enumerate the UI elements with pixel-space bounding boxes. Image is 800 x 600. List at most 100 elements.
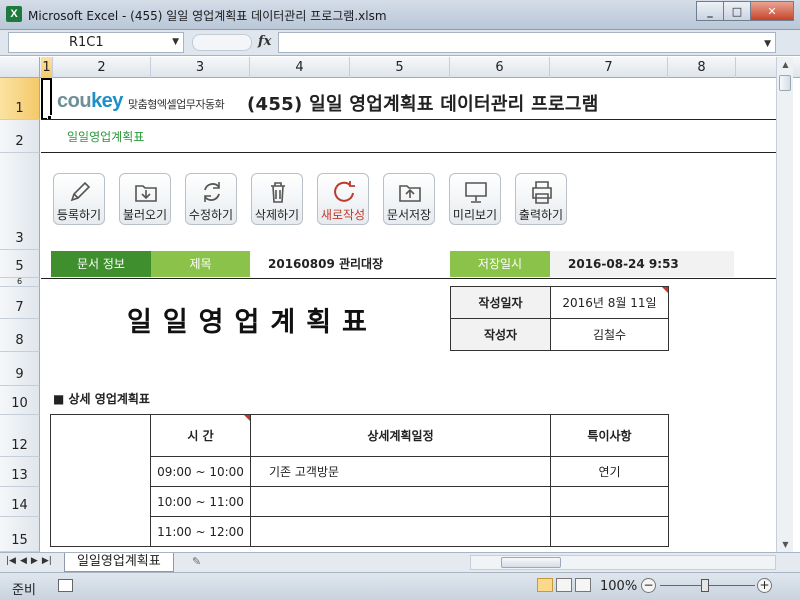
- horizontal-scroll-thumb[interactable]: [501, 557, 561, 568]
- prev-sheet-icon[interactable]: ◀: [20, 556, 27, 566]
- section-title: ■ 상세 영업계획표: [53, 392, 150, 406]
- row-header[interactable]: 6: [0, 277, 40, 287]
- window-title: Microsoft Excel - (455) 일일 영업계획표 데이터관리 프…: [28, 9, 387, 23]
- table-header-row: 시 간 상세계획일정 특이사항: [50, 414, 669, 547]
- select-all-corner[interactable]: [0, 57, 40, 78]
- divider: [41, 152, 776, 153]
- title-label: 제목: [151, 251, 250, 277]
- tab-navigation: |◀ ◀ ▶ ▶|: [6, 556, 52, 566]
- column-header[interactable]: 3: [151, 57, 250, 78]
- expand-formula-icon[interactable]: ▼: [764, 39, 771, 49]
- row-header[interactable]: 10: [0, 386, 40, 415]
- program-title: (455) 일일 영업계획표 데이터관리 프로그램: [247, 94, 599, 115]
- scroll-down-icon[interactable]: ▼: [777, 537, 794, 553]
- row-header[interactable]: 1: [0, 78, 40, 120]
- window-controls: _ □ ✕: [696, 1, 794, 21]
- name-box-value: R1C1: [69, 35, 104, 50]
- column-headers: 1 2 3 4 5 6 7 8: [0, 57, 800, 78]
- title-bar: X Microsoft Excel - (455) 일일 영업계획표 데이터관리…: [0, 0, 800, 30]
- time-cell[interactable]: 09:00 ~ 10:00: [150, 456, 251, 487]
- comment-indicator-icon[interactable]: [244, 415, 250, 421]
- zoom-out-button[interactable]: −: [641, 578, 656, 593]
- row-header[interactable]: 2: [0, 120, 40, 153]
- folder-download-icon: [135, 185, 157, 202]
- chevron-down-icon[interactable]: ▼: [172, 33, 179, 52]
- column-header[interactable]: 5: [350, 57, 450, 78]
- column-header-note: 특이사항: [550, 414, 669, 457]
- author-value[interactable]: 김철수: [550, 318, 669, 351]
- vertical-scrollbar[interactable]: ▲ ▼: [776, 57, 793, 553]
- divider: [41, 119, 776, 120]
- column-header[interactable]: 2: [53, 57, 151, 78]
- row-header[interactable]: 7: [0, 287, 40, 319]
- zoom-level[interactable]: 100%: [600, 579, 637, 594]
- refresh-icon: [204, 182, 220, 202]
- detail-cell[interactable]: [250, 486, 551, 517]
- row-header[interactable]: 14: [0, 487, 40, 517]
- note-cell[interactable]: [550, 486, 669, 517]
- insert-sheet-icon[interactable]: ✎: [192, 555, 210, 570]
- detail-cell[interactable]: 기존 고객방문: [250, 456, 551, 487]
- author-label: 작성자: [450, 318, 551, 351]
- new-circle-icon: [334, 181, 355, 202]
- saved-value[interactable]: 2016-08-24 9:53: [550, 251, 734, 277]
- column-header[interactable]: 4: [250, 57, 350, 78]
- last-sheet-icon[interactable]: ▶|: [42, 556, 52, 566]
- row-header[interactable]: 12: [0, 415, 40, 457]
- zoom-in-button[interactable]: +: [757, 578, 772, 593]
- edit-label: 수정하기: [188, 208, 234, 222]
- vertical-scroll-thumb[interactable]: [779, 75, 791, 91]
- time-cell[interactable]: 10:00 ~ 11:00: [150, 486, 251, 517]
- formula-tools: fx: [188, 32, 278, 53]
- row-header[interactable]: 3: [0, 153, 40, 250]
- preview-label: 미리보기: [452, 208, 498, 222]
- column-header[interactable]: 8: [668, 57, 736, 78]
- worksheet-grid[interactable]: coukey 맞춤형엑셀업무자동화 (455) 일일 영업계획표 데이터관리 프…: [41, 78, 776, 552]
- logo-tagline: 맞춤형엑셀업무자동화: [128, 98, 225, 111]
- column-header[interactable]: 7: [550, 57, 668, 78]
- sheet-subtitle: 일일영업계획표: [67, 130, 145, 144]
- title-value[interactable]: 20160809 관리대장: [250, 251, 450, 277]
- formula-input[interactable]: ▼: [278, 32, 776, 53]
- note-cell[interactable]: 연기: [550, 456, 669, 487]
- row-header[interactable]: 5: [0, 250, 40, 278]
- maximize-button[interactable]: □: [723, 1, 751, 21]
- blank-merged-cell[interactable]: [50, 414, 151, 547]
- coukey-logo: coukey: [57, 90, 123, 112]
- active-cell[interactable]: [41, 78, 52, 120]
- row-header[interactable]: 13: [0, 457, 40, 487]
- folder-upload-icon: [399, 185, 421, 202]
- row-header[interactable]: 8: [0, 319, 40, 352]
- column-header[interactable]: 1: [41, 57, 53, 78]
- insert-function-icon[interactable]: fx: [258, 34, 271, 49]
- page-layout-view-button[interactable]: [556, 578, 572, 592]
- zoom-slider-thumb[interactable]: [701, 579, 709, 592]
- sheet-tab[interactable]: 일일영업계획표: [64, 553, 174, 572]
- detail-cell[interactable]: [250, 516, 551, 547]
- note-cell[interactable]: [550, 516, 669, 547]
- minimize-button[interactable]: _: [696, 1, 724, 21]
- macro-record-icon[interactable]: [58, 579, 73, 592]
- horizontal-scrollbar[interactable]: [470, 555, 776, 570]
- new-label: 새로작성: [320, 208, 366, 222]
- name-box[interactable]: R1C1 ▼: [8, 32, 184, 53]
- time-cell[interactable]: 11:00 ~ 12:00: [150, 516, 251, 547]
- column-header[interactable]: 6: [450, 57, 550, 78]
- scroll-up-icon[interactable]: ▲: [777, 57, 794, 73]
- date-value[interactable]: 2016년 8월 11일: [550, 286, 669, 319]
- next-sheet-icon[interactable]: ▶: [31, 556, 38, 566]
- column-header-time: 시 간: [150, 414, 251, 457]
- row-header[interactable]: 9: [0, 352, 40, 386]
- page-break-view-button[interactable]: [575, 578, 591, 592]
- comment-indicator-icon[interactable]: [662, 287, 668, 293]
- row-header[interactable]: 15: [0, 517, 40, 552]
- excel-app-icon[interactable]: X: [6, 6, 22, 22]
- first-sheet-icon[interactable]: |◀: [6, 556, 16, 566]
- pencil-icon: [70, 181, 91, 202]
- normal-view-button[interactable]: [537, 578, 553, 592]
- formula-resize-handle[interactable]: [192, 34, 252, 51]
- save-document-label: 문서저장: [386, 208, 432, 222]
- close-button[interactable]: ✕: [750, 1, 794, 21]
- status-bar: 준비 100% − +: [0, 572, 800, 600]
- printer-icon: [532, 181, 552, 204]
